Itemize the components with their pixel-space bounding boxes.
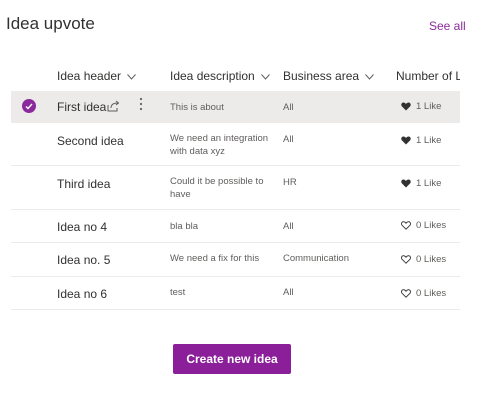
heart-filled-icon[interactable] bbox=[401, 136, 411, 145]
likes-cell[interactable]: 0 Likes bbox=[401, 220, 446, 231]
ideas-table: Idea header Idea description Business ar… bbox=[11, 60, 460, 310]
likes-count: 1 Like bbox=[416, 101, 442, 112]
business-area-cell: All bbox=[283, 134, 294, 145]
idea-description-cell: bla bla bbox=[170, 221, 198, 232]
likes-count: 0 Likes bbox=[416, 254, 447, 265]
heart-outline-icon[interactable] bbox=[401, 221, 411, 230]
business-area-cell: HR bbox=[283, 177, 297, 188]
heart-outline-icon[interactable] bbox=[401, 289, 411, 298]
likes-cell[interactable]: 0 Likes bbox=[401, 288, 446, 299]
idea-description-cell: We need a fix for this bbox=[170, 253, 260, 264]
idea-header-cell[interactable]: Idea no. 5 bbox=[57, 253, 110, 267]
column-header-label: Business area bbox=[283, 69, 360, 83]
column-header-idea-header[interactable]: Idea header bbox=[57, 69, 136, 83]
idea-header-cell[interactable]: Idea no 4 bbox=[57, 220, 107, 234]
table-row[interactable]: First idea This is about All 1 Like bbox=[11, 91, 460, 123]
likes-count: 0 Likes bbox=[416, 220, 447, 231]
idea-header-cell[interactable]: Second idea bbox=[57, 134, 124, 148]
likes-count: 0 Likes bbox=[416, 288, 447, 299]
table-row[interactable]: Second idea We need an integration with … bbox=[11, 123, 460, 166]
idea-description-cell: This is about bbox=[170, 102, 224, 113]
column-header-idea-description[interactable]: Idea description bbox=[170, 69, 270, 83]
table-row[interactable]: Third idea Could it be possible to have … bbox=[11, 166, 460, 210]
likes-cell[interactable]: 1 Like bbox=[401, 178, 441, 189]
table-row[interactable]: Idea no 4 bla bla All 0 Likes bbox=[11, 210, 460, 243]
idea-description-cell: Could it be possible to have bbox=[170, 176, 264, 200]
likes-cell[interactable]: 1 Like bbox=[401, 101, 441, 112]
likes-count: 1 Like bbox=[416, 135, 442, 146]
column-header-label: Idea description bbox=[170, 69, 255, 83]
business-area-cell: All bbox=[283, 221, 294, 232]
chevron-down-icon bbox=[365, 73, 374, 80]
idea-header-cell[interactable]: Idea no 6 bbox=[57, 287, 107, 301]
idea-description-cell: We need an integration with data xyz bbox=[170, 133, 269, 157]
heart-filled-icon[interactable] bbox=[401, 179, 411, 188]
likes-count: 1 Like bbox=[416, 178, 442, 189]
heart-outline-icon[interactable] bbox=[401, 255, 411, 264]
column-header-label: Number of Li bbox=[396, 69, 460, 83]
chevron-down-icon bbox=[127, 73, 136, 80]
likes-cell[interactable]: 0 Likes bbox=[401, 254, 446, 265]
idea-header-cell[interactable]: Third idea bbox=[57, 177, 110, 191]
business-area-cell: All bbox=[283, 102, 294, 113]
see-all-link[interactable]: See all bbox=[429, 19, 466, 33]
checkmark-circle-icon[interactable] bbox=[22, 99, 36, 113]
business-area-cell: Communication bbox=[283, 253, 349, 264]
table-row[interactable]: Idea no 6 test All 0 Likes bbox=[11, 277, 460, 310]
column-header-business-area[interactable]: Business area bbox=[283, 69, 374, 83]
more-vertical-icon[interactable] bbox=[139, 97, 143, 116]
column-header-label: Idea header bbox=[57, 69, 122, 83]
table-header: Idea header Idea description Business ar… bbox=[11, 60, 460, 91]
idea-header-cell[interactable]: First idea bbox=[57, 100, 106, 114]
heart-filled-icon[interactable] bbox=[401, 102, 411, 111]
idea-description-cell: test bbox=[170, 287, 186, 298]
page-title: Idea upvote bbox=[6, 14, 95, 33]
share-icon[interactable] bbox=[107, 99, 120, 117]
create-new-idea-button[interactable]: Create new idea bbox=[173, 344, 291, 374]
business-area-cell: All bbox=[283, 287, 294, 298]
column-header-number-of-likes[interactable]: Number of Li bbox=[396, 69, 460, 83]
chevron-down-icon bbox=[260, 73, 270, 80]
table-row[interactable]: Idea no. 5 We need a fix for this Commun… bbox=[11, 243, 460, 277]
likes-cell[interactable]: 1 Like bbox=[401, 135, 441, 146]
